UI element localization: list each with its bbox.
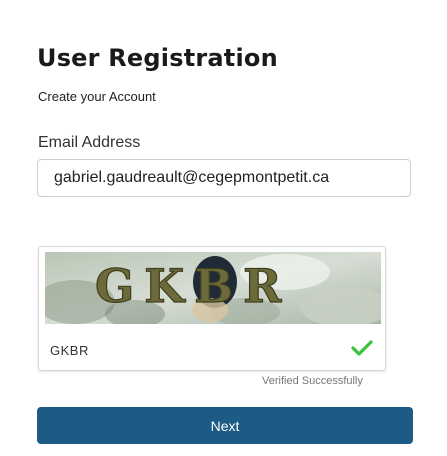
check-icon (351, 340, 373, 356)
captcha-widget: GKBR GKBR (38, 246, 386, 371)
registration-page: User Registration Create your Account Em… (0, 0, 447, 456)
email-field[interactable] (37, 159, 411, 197)
captcha-image-graphic: GKBR (45, 252, 381, 324)
captcha-answer: GKBR (50, 343, 89, 358)
verification-status: Verified Successfully (262, 375, 363, 387)
next-button[interactable]: Next (37, 407, 413, 444)
page-subtitle: Create your Account (38, 89, 156, 104)
page-title: User Registration (37, 44, 278, 72)
captcha-image: GKBR (45, 252, 381, 324)
captcha-text: GKBR (95, 259, 291, 313)
email-label: Email Address (38, 134, 141, 151)
